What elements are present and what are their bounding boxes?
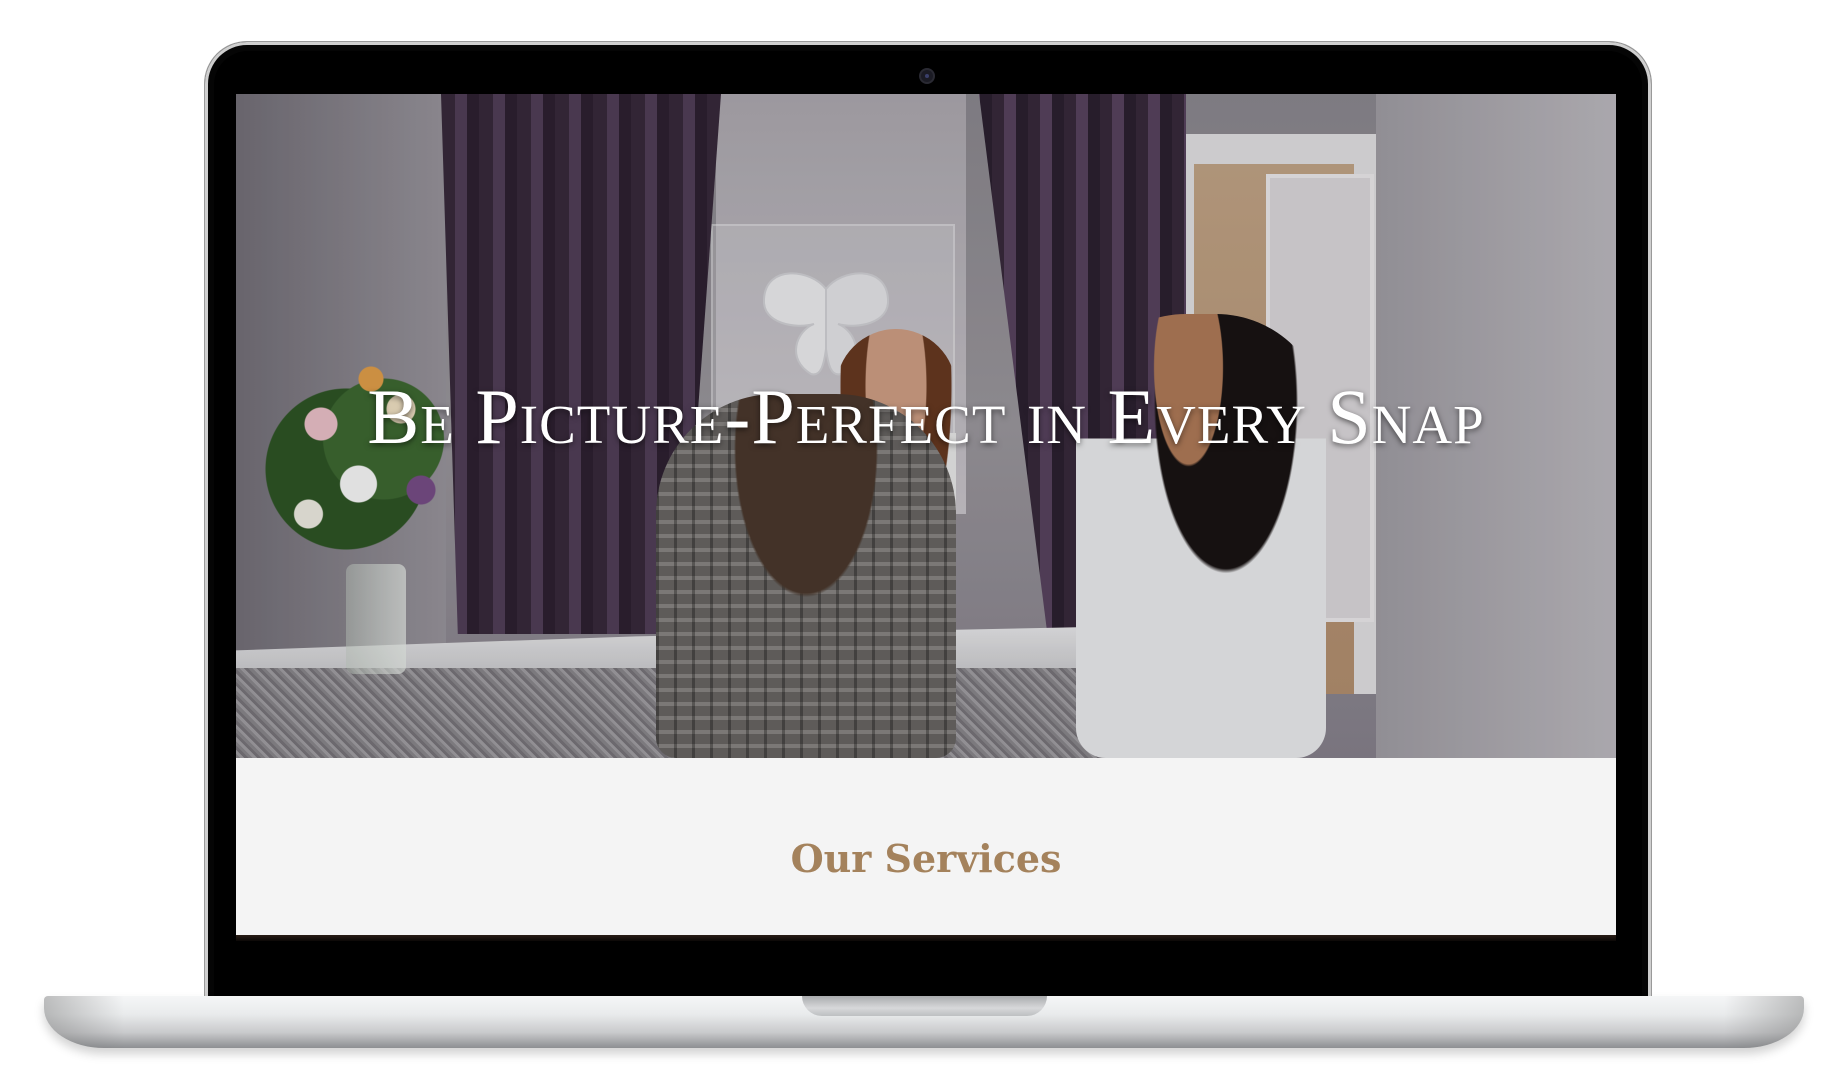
laptop-base-left-shade [44, 996, 124, 1048]
services-heading: Our Services [790, 836, 1062, 881]
screen-bottom-edge [236, 935, 1616, 941]
laptop-hinge-notch [802, 996, 1047, 1016]
webcam-icon [921, 70, 933, 82]
laptop-mockup: Be Picture-Perfect in Every Snap Our Ser… [0, 0, 1846, 1092]
hero-title: Be Picture-Perfect in Every Snap [367, 373, 1485, 460]
services-section: Our Services [236, 758, 1616, 935]
laptop-base-right-shade [1724, 996, 1804, 1048]
website-screen: Be Picture-Perfect in Every Snap Our Ser… [236, 94, 1616, 935]
hero-section: Be Picture-Perfect in Every Snap [236, 94, 1616, 758]
